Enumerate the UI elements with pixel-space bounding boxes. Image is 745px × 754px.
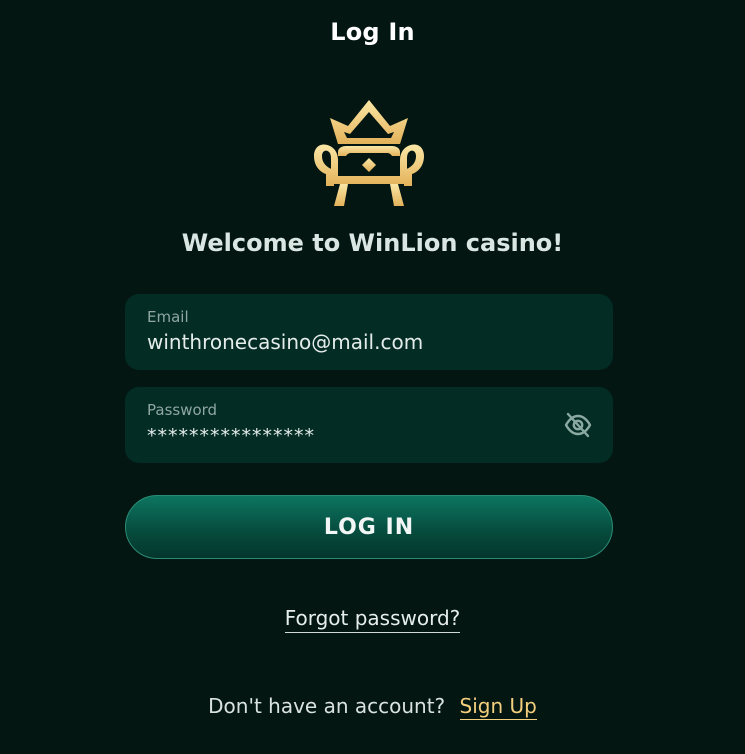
forgot-password-link[interactable]: Forgot password? — [284, 606, 461, 633]
eye-off-icon[interactable] — [563, 411, 593, 439]
password-field[interactable]: Password **************** — [125, 387, 613, 463]
password-label: Password — [147, 401, 218, 419]
email-input[interactable]: winthronecasino@mail.com — [147, 330, 423, 354]
password-input[interactable]: **************** — [147, 425, 315, 447]
sign-up-link[interactable]: Sign Up — [459, 694, 537, 720]
signup-row: Don't have an account? Sign Up — [0, 694, 745, 720]
welcome-heading: Welcome to WinLion casino! — [181, 229, 564, 257]
login-button[interactable]: LOG IN — [125, 495, 613, 559]
email-field[interactable]: Email winthronecasino@mail.com — [125, 294, 613, 370]
page-title: Log In — [330, 18, 415, 46]
forgot-password-row: Forgot password? — [0, 606, 745, 633]
no-account-text: Don't have an account? — [208, 694, 446, 718]
crown-throne-icon — [314, 100, 424, 206]
email-label: Email — [147, 308, 189, 326]
